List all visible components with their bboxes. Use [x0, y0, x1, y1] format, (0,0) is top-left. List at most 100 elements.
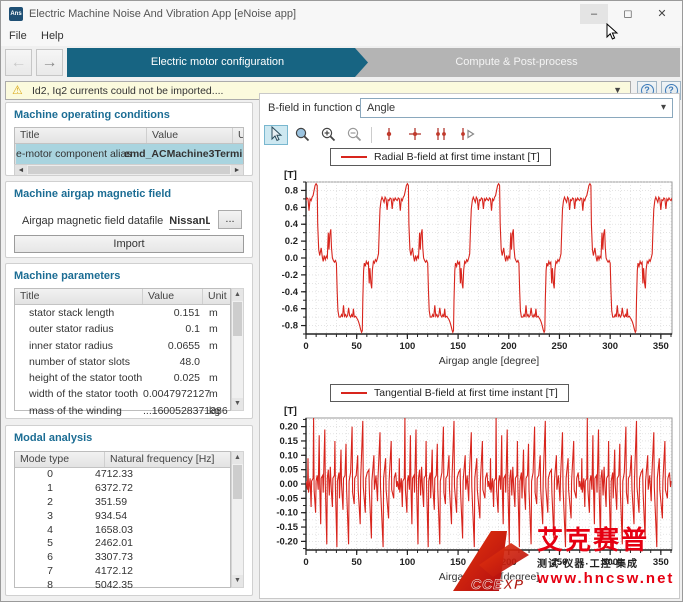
scrollbar-thumb[interactable]: [28, 166, 230, 174]
marker-single-tool[interactable]: [377, 125, 401, 145]
svg-text:-0.6: -0.6: [282, 304, 298, 315]
param-unit: m: [203, 305, 230, 321]
table-row[interactable]: number of stator slots48.0: [15, 354, 230, 370]
table-row[interactable]: width of the stator tooth0.0047972127m: [15, 386, 230, 402]
table-row[interactable]: 2351.59: [15, 496, 230, 510]
scroll-down-icon[interactable]: ▼: [232, 398, 243, 410]
back-arrow-icon: ←: [11, 54, 27, 71]
svg-text:Airgap angle [degree]: Airgap angle [degree]: [439, 355, 539, 367]
mouse-cursor-icon: [605, 23, 619, 41]
zoom-box-icon: [294, 126, 311, 145]
scroll-down-icon[interactable]: ▼: [232, 575, 243, 587]
datafile-value[interactable]: NissanLeaf_idq_5_7.mat: [169, 212, 210, 230]
menu-file[interactable]: File: [5, 30, 31, 42]
col-mode-type[interactable]: Mode type: [15, 452, 105, 467]
tab-compute-post-process[interactable]: Compute & Post-process: [353, 48, 680, 77]
mode-type: 4: [15, 524, 85, 538]
scroll-right-icon[interactable]: ►: [231, 165, 243, 175]
marker-double-tool[interactable]: [429, 125, 453, 145]
col-title[interactable]: Title: [15, 128, 147, 143]
param-title: mass of the winding: [15, 403, 143, 419]
col-title[interactable]: Title: [15, 289, 143, 304]
svg-text:0: 0: [303, 557, 308, 568]
table-row[interactable]: 16372.72: [15, 482, 230, 496]
table-row[interactable]: 52462.01: [15, 537, 230, 551]
scroll-up-icon[interactable]: ▲: [232, 452, 243, 464]
svg-text:0.4: 0.4: [285, 219, 299, 230]
scroll-left-icon[interactable]: ◄: [15, 165, 27, 175]
mode-type: 6: [15, 551, 85, 565]
cursor-tool[interactable]: [264, 125, 288, 145]
mode-type: 2: [15, 496, 85, 510]
tangential-bfield-chart[interactable]: 0501001502002503003500.200.150.100.050.0…: [262, 402, 679, 598]
zoom-out-tool[interactable]: [342, 125, 366, 145]
scrollbar-thumb[interactable]: [233, 302, 242, 336]
legend-label: Radial B-field at first time instant [T]: [374, 151, 540, 163]
col-natural-frequency[interactable]: Natural frequency [Hz]: [105, 452, 230, 467]
natural-frequency: 6372.72: [85, 482, 230, 496]
zoom-out-icon: [346, 126, 363, 145]
vertical-scrollbar[interactable]: ▲ ▼: [231, 451, 244, 588]
marker-cross-icon: [407, 126, 423, 145]
svg-text:100: 100: [399, 341, 415, 352]
svg-text:200: 200: [501, 557, 517, 568]
svg-text:50: 50: [351, 341, 362, 352]
horizontal-scrollbar[interactable]: ◄ ►: [14, 164, 244, 176]
svg-text:0.15: 0.15: [280, 436, 299, 447]
zoom-box-tool[interactable]: [290, 125, 314, 145]
radial-bfield-chart[interactable]: 0501001502002503003500.80.60.40.20.0-0.2…: [262, 166, 679, 381]
section-title: Modal analysis: [14, 432, 244, 444]
param-title: width of the stator tooth: [15, 386, 143, 402]
table-row[interactable]: stator stack length0.151m: [15, 305, 230, 321]
section-title: Machine airgap magnetic field: [14, 188, 244, 200]
vertical-scrollbar[interactable]: ▲ ▼: [231, 288, 244, 411]
maximize-button[interactable]: ◻: [614, 4, 642, 24]
warning-text: Id2, Iq2 currents could not be imported.…: [32, 85, 223, 97]
marker-double-icon: [433, 126, 449, 145]
browse-button[interactable]: ...: [218, 210, 242, 229]
menu-help[interactable]: Help: [37, 30, 68, 42]
col-value[interactable]: Value: [147, 128, 233, 143]
scroll-up-icon[interactable]: ▲: [232, 289, 243, 301]
table-row[interactable]: height of the stator tooth0.025m: [15, 370, 230, 386]
param-unit: m: [203, 321, 230, 337]
table-row[interactable]: 04712.33: [15, 468, 230, 482]
datafile-label: Airgap magnetic field datafile: [22, 212, 163, 230]
col-value[interactable]: Value: [143, 289, 203, 304]
mode-type: 1: [15, 482, 85, 496]
section-machine-parameters: Machine parameters Title Value Unit stat…: [5, 263, 253, 419]
table-row[interactable]: inner stator radius0.0655m: [15, 338, 230, 354]
param-value: 0.1: [143, 321, 203, 337]
zoom-in-tool[interactable]: [316, 125, 340, 145]
svg-text:100: 100: [399, 557, 415, 568]
marker-track-tool[interactable]: [455, 125, 479, 145]
table-row[interactable]: mass of the winding...1600528371386kg: [15, 403, 230, 419]
import-button[interactable]: Import: [14, 235, 244, 253]
selected-row[interactable]: e-motor component alias emd_ACMachine3Te…: [16, 144, 243, 164]
table-row[interactable]: 74172.12: [15, 565, 230, 579]
close-button[interactable]: ✕: [648, 4, 676, 24]
scrollbar-thumb[interactable]: [233, 465, 242, 499]
col-unit[interactable]: U: [233, 128, 243, 143]
table-row[interactable]: 3934.54: [15, 510, 230, 524]
marker-cross-tool[interactable]: [403, 125, 427, 145]
cursor-icon: [268, 126, 284, 145]
svg-text:-0.10: -0.10: [276, 508, 298, 519]
bfield-function-select[interactable]: Angle ▾: [360, 98, 673, 118]
tab-electric-motor-configuration[interactable]: Electric motor configuration: [67, 48, 368, 77]
table-row[interactable]: 41658.03: [15, 524, 230, 538]
svg-text:50: 50: [351, 557, 362, 568]
back-arrow-button[interactable]: ←: [5, 49, 32, 76]
table-row[interactable]: 63307.73: [15, 551, 230, 565]
table-row[interactable]: outer stator radius0.1m: [15, 321, 230, 337]
table-row[interactable]: e-motor component alias emd_ACMachine3Te…: [15, 144, 243, 164]
col-unit[interactable]: Unit: [203, 289, 230, 304]
forward-arrow-button[interactable]: →: [36, 49, 63, 76]
natural-frequency: 1658.03: [85, 524, 230, 538]
minimize-button[interactable]: –: [580, 4, 608, 24]
legend-line-icon: [341, 156, 367, 158]
table-row[interactable]: 85042.35: [15, 579, 230, 593]
section-machine-airgap-magnetic-field: Machine airgap magnetic field Airgap mag…: [5, 181, 253, 258]
chevron-down-icon: ▾: [661, 99, 666, 117]
section-title: Machine parameters: [14, 270, 244, 282]
